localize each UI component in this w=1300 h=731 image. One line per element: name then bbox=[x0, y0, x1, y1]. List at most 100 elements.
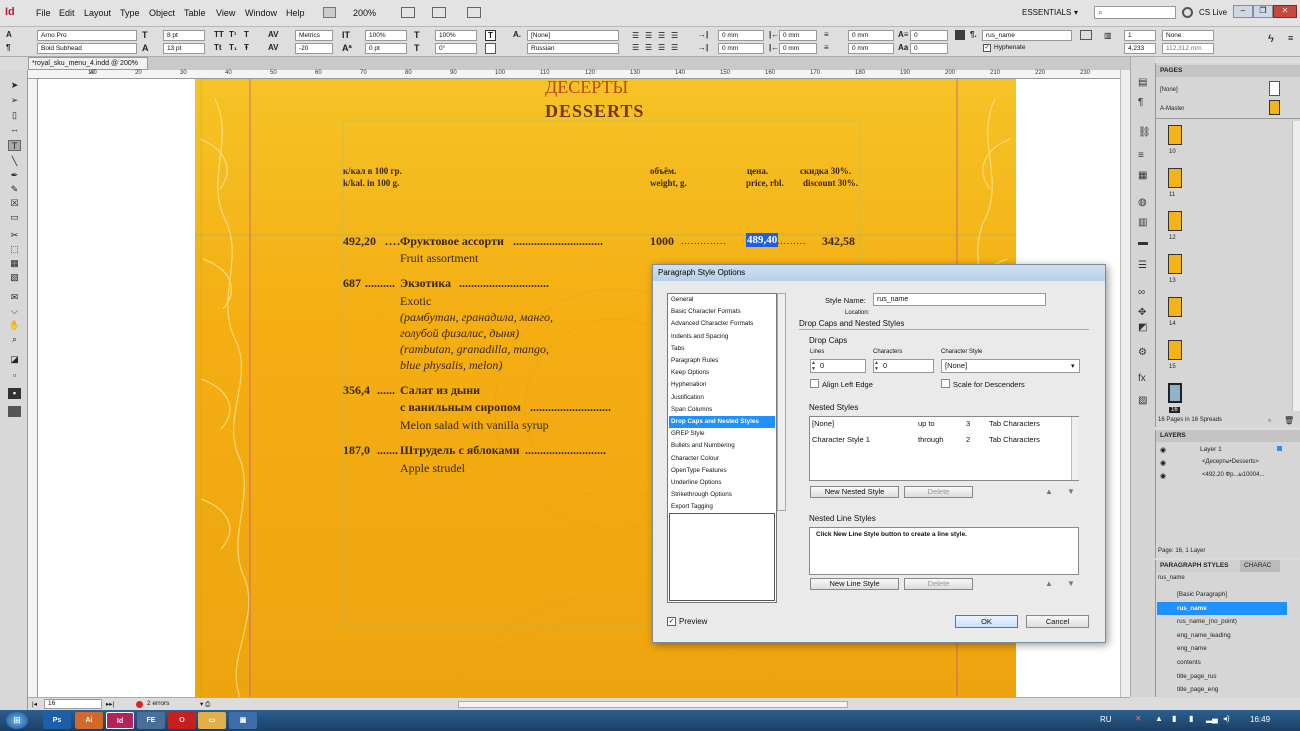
photoshop-taskbar-icon[interactable]: Ps bbox=[43, 712, 71, 729]
new-page-icon[interactable]: ▫ bbox=[1268, 416, 1271, 425]
category-item[interactable]: Keep Options bbox=[669, 367, 775, 379]
drop-cap-lines-field[interactable]: 0 bbox=[910, 30, 948, 41]
pages-panel-title[interactable]: PAGES bbox=[1156, 65, 1300, 77]
category-item[interactable]: Indents and Spacing bbox=[669, 331, 775, 343]
nested-style-name[interactable]: [None] bbox=[812, 419, 834, 428]
item-name-ru[interactable]: с ванильным сиропом bbox=[400, 400, 521, 415]
align-left-edge-checkbox[interactable] bbox=[810, 379, 819, 388]
none-master-thumb[interactable] bbox=[1269, 81, 1280, 96]
delete-line-style-button[interactable]: Delete bbox=[904, 578, 973, 590]
text-wrap-panel-icon[interactable]: ☰ bbox=[1138, 260, 1147, 271]
paragraph-style-item[interactable]: eng_name bbox=[1157, 642, 1287, 655]
gradient-swatch-tool-icon[interactable]: ▦ bbox=[8, 258, 21, 269]
cancel-button[interactable]: Cancel bbox=[1026, 615, 1089, 628]
item-price-selected[interactable]: 489,40 bbox=[746, 233, 779, 247]
page-thumbnail[interactable] bbox=[1168, 383, 1182, 403]
links-panel-icon[interactable]: ⛓ bbox=[1138, 127, 1151, 138]
page-tool-icon[interactable]: ▯ bbox=[8, 110, 21, 121]
hyphenate-checkbox[interactable]: ✓ bbox=[983, 44, 991, 52]
category-item[interactable]: Justification bbox=[669, 392, 775, 404]
cs-live-button[interactable]: CS Live bbox=[1199, 8, 1227, 17]
item-name-en[interactable]: Melon salad with vanilla syrup bbox=[400, 418, 549, 433]
align-center-icon[interactable]: ☰ bbox=[645, 31, 652, 40]
nested-style-count[interactable]: 3 bbox=[966, 419, 970, 428]
category-item[interactable]: Advanced Character Formats bbox=[669, 318, 775, 330]
menu-type[interactable]: Type bbox=[120, 8, 140, 18]
chars-stepper-icon[interactable]: ▲ ▼ bbox=[874, 360, 879, 372]
next-page-icon[interactable]: ▸▸| bbox=[106, 700, 114, 708]
paragraph-style-selected[interactable]: rus_name bbox=[1157, 601, 1287, 615]
preflight-menu-icon[interactable]: ▾ ⎙ bbox=[200, 700, 210, 709]
minimize-button[interactable]: – bbox=[1233, 5, 1253, 18]
page-thumbnail[interactable] bbox=[1168, 168, 1182, 188]
item-kcal[interactable]: 687 bbox=[343, 276, 361, 291]
menu-layout[interactable]: Layout bbox=[84, 8, 111, 18]
lines-stepper-icon[interactable]: ▲ ▼ bbox=[811, 360, 816, 372]
gutter-field[interactable]: 4,233 bbox=[1124, 43, 1156, 54]
indesign-taskbar-icon[interactable]: Id bbox=[106, 712, 134, 729]
tracking-field[interactable]: -20 bbox=[295, 43, 333, 54]
eye-icon[interactable]: ◉ bbox=[1160, 472, 1166, 480]
layers-dock-icon[interactable]: ◩ bbox=[1138, 322, 1147, 333]
strikethrough-icon[interactable]: Ŧ bbox=[244, 43, 249, 52]
paragraph-style-item[interactable]: rus_name_(no_point) bbox=[1157, 615, 1287, 628]
category-item[interactable]: Export Tagging bbox=[669, 501, 775, 513]
close-button[interactable]: ✕ bbox=[1273, 5, 1297, 18]
character-style-dropdown[interactable]: [None] bbox=[941, 359, 1080, 373]
space-below-field[interactable]: 0 mm bbox=[848, 43, 894, 54]
item-name-ru[interactable]: Штрудель с яблоками bbox=[400, 443, 520, 458]
hand-tool-icon[interactable]: ✋ bbox=[8, 320, 21, 331]
category-item[interactable]: Strikethrough Options bbox=[669, 489, 775, 501]
align-panel-icon[interactable]: ▥ bbox=[1138, 217, 1147, 228]
first-page-icon[interactable]: |◂ bbox=[32, 700, 37, 708]
chevron-down-icon[interactable]: ▾ bbox=[1074, 8, 1078, 17]
stroke-none-icon[interactable] bbox=[485, 43, 496, 54]
volume-icon[interactable]: ◂) bbox=[1223, 714, 1230, 723]
scissors-tool-icon[interactable]: ✂ bbox=[8, 230, 21, 241]
paragraph-style-item[interactable]: title_page_rus bbox=[1157, 670, 1287, 683]
eyedropper-tool-icon[interactable]: ⌵ bbox=[8, 306, 21, 317]
character-mode-icon[interactable]: A bbox=[6, 30, 12, 39]
item-name-en[interactable]: Exotic bbox=[400, 294, 431, 309]
gradient-feather-tool-icon[interactable]: ▧ bbox=[8, 272, 21, 283]
new-line-style-button[interactable]: New Line Style bbox=[810, 578, 899, 590]
horizontal-scrollbar[interactable] bbox=[458, 701, 848, 708]
justify-all-icon[interactable]: ☰ bbox=[671, 43, 678, 52]
formatting-container-icon[interactable]: ▫ bbox=[8, 370, 21, 381]
gradient-panel-icon[interactable]: ▬ bbox=[1138, 237, 1148, 248]
category-item[interactable]: Basic Character Formats bbox=[669, 306, 775, 318]
direct-selection-tool-icon[interactable]: ➢ bbox=[8, 95, 21, 106]
font-family-select[interactable]: Arno Pro bbox=[37, 30, 137, 41]
item-name-ru[interactable]: Фруктовое ассорти bbox=[400, 234, 504, 249]
search-input[interactable]: ⌕ bbox=[1094, 6, 1176, 19]
pencil-tool-icon[interactable]: ✎ bbox=[8, 184, 21, 195]
workspace-switcher[interactable]: ESSENTIALS bbox=[1022, 8, 1071, 17]
restore-button[interactable]: ❐ bbox=[1253, 5, 1273, 18]
preview-checkbox[interactable]: ✓ bbox=[667, 617, 676, 626]
ok-button[interactable]: OK bbox=[955, 615, 1018, 628]
fill-text-icon[interactable]: T bbox=[485, 30, 496, 41]
item-name-en[interactable]: Apple strudel bbox=[400, 461, 465, 476]
nested-style-name[interactable]: Character Style 1 bbox=[812, 435, 870, 444]
pen-tool-icon[interactable]: ✒ bbox=[8, 170, 21, 181]
kerning-field[interactable]: Metrics bbox=[295, 30, 333, 41]
arrange-documents-icon[interactable] bbox=[467, 7, 481, 18]
free-transform-tool-icon[interactable]: ⬚ bbox=[8, 244, 21, 255]
pages-panel-icon[interactable]: ▤ bbox=[1138, 77, 1147, 88]
underline-icon[interactable]: T bbox=[244, 30, 249, 39]
info-panel-icon[interactable]: ⚙ bbox=[1138, 347, 1147, 358]
item-kcal[interactable]: 187,0 bbox=[343, 443, 370, 458]
category-item[interactable]: Paragraph Rules bbox=[669, 355, 775, 367]
right-indent-field[interactable]: 0 mm bbox=[779, 30, 817, 41]
justify-left-icon[interactable]: ☰ bbox=[632, 43, 639, 52]
bridge-icon[interactable] bbox=[323, 7, 336, 18]
lightning-icon[interactable]: ϟ bbox=[1268, 33, 1274, 45]
note-tool-icon[interactable]: ✉ bbox=[8, 292, 21, 303]
fill-stroke-icon[interactable]: ◪ bbox=[8, 354, 21, 365]
new-nested-style-button[interactable]: New Nested Style bbox=[810, 486, 899, 498]
language-indicator[interactable]: RU bbox=[1100, 715, 1112, 724]
gap-tool-icon[interactable]: ↔ bbox=[8, 124, 21, 135]
vertical-scrollbar[interactable] bbox=[1120, 70, 1130, 697]
move-up-icon[interactable]: ▲ bbox=[1045, 579, 1053, 588]
menu-view[interactable]: View bbox=[216, 8, 235, 18]
